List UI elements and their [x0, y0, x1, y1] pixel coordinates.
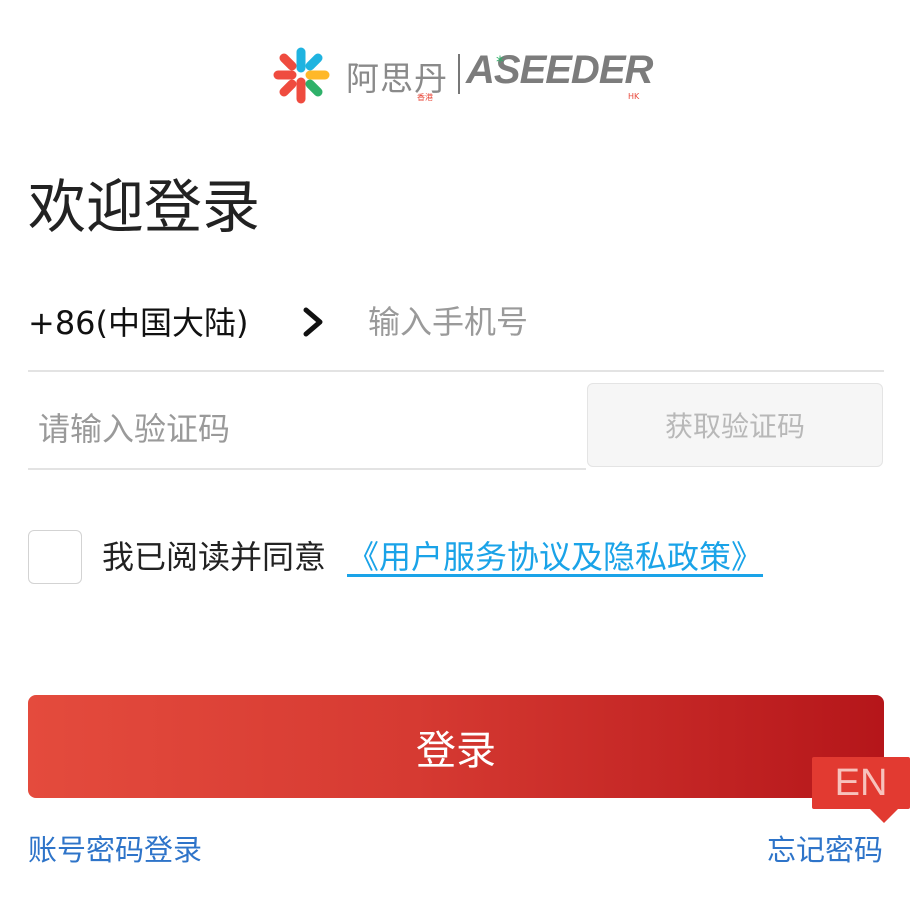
- agreement-checkbox[interactable]: [28, 530, 82, 584]
- logo-star: *: [496, 52, 504, 71]
- sparkle-logo-icon: [273, 47, 330, 104]
- chevron-right-icon[interactable]: [298, 302, 330, 342]
- phone-input[interactable]: [366, 296, 870, 348]
- logo-en-text: ASEEDER: [466, 48, 653, 92]
- agreement-link[interactable]: 《用户服务协议及隐私政策》: [347, 532, 763, 578]
- get-code-button[interactable]: 获取验证码: [587, 383, 883, 467]
- page-title: 欢迎登录: [28, 173, 261, 241]
- logo-divider: [458, 54, 460, 94]
- password-login-link[interactable]: 账号密码登录: [28, 827, 202, 869]
- verification-code-input[interactable]: [36, 400, 580, 458]
- logo-cn-subtext: 香港: [417, 93, 433, 102]
- forgot-password-link[interactable]: 忘记密码: [767, 827, 883, 869]
- code-divider: [28, 468, 586, 470]
- language-toggle-button[interactable]: EN: [812, 757, 910, 823]
- logo-en-subtext: HK: [628, 92, 640, 101]
- agreement-text: 我已阅读并同意: [102, 538, 327, 576]
- country-code-selector[interactable]: +86(中国大陆): [28, 298, 249, 344]
- phone-divider: [28, 370, 884, 372]
- login-button[interactable]: 登录: [28, 695, 884, 798]
- brand-logo: 阿思丹 香港 ASEEDER * HK: [270, 44, 653, 104]
